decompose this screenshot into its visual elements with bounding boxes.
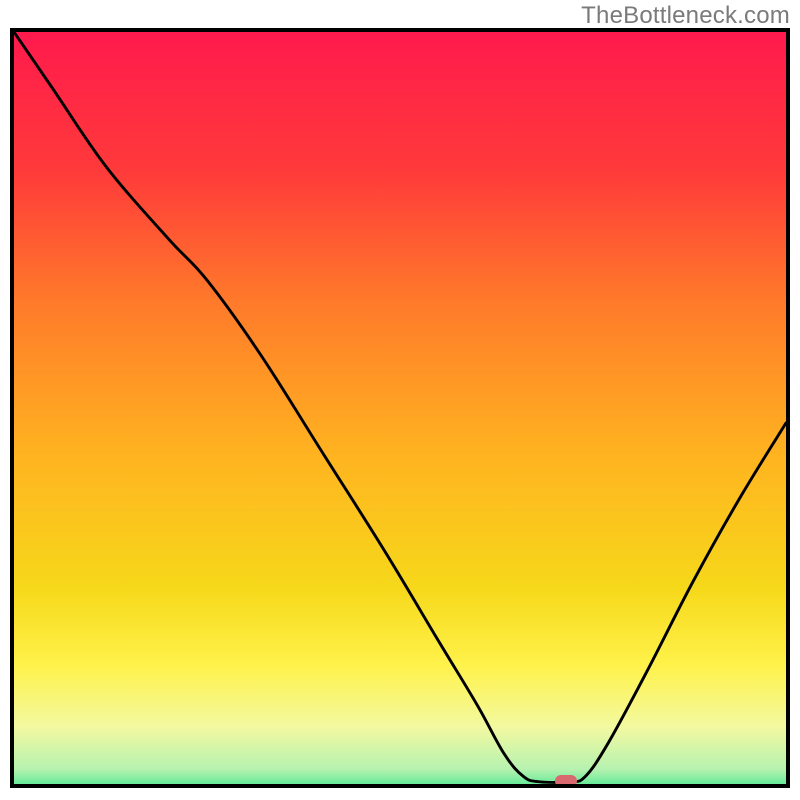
- bottleneck-curve: [14, 32, 786, 782]
- optimal-marker: [555, 775, 577, 787]
- watermark-label: TheBottleneck.com: [581, 2, 790, 30]
- plot-frame: [10, 28, 790, 788]
- curve-layer: [14, 32, 786, 784]
- chart-container: TheBottleneck.com: [0, 0, 800, 800]
